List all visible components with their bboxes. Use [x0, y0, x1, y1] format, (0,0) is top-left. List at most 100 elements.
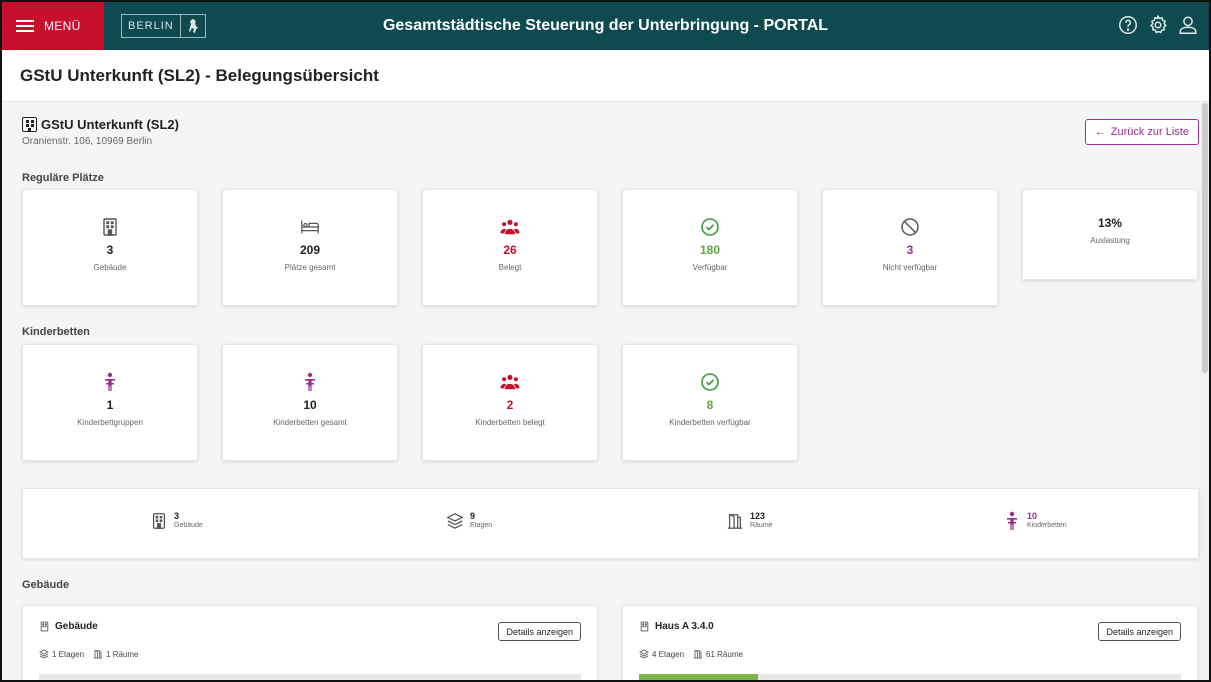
- summary-label: Kinderbetten: [1027, 522, 1067, 529]
- details-button[interactable]: Details anzeigen: [498, 622, 581, 641]
- stat-label: Kinderbetten belegt: [475, 418, 545, 427]
- summary-buildings: 3 Gebäude: [150, 511, 203, 531]
- stat-card-places-total: 209 Plätze gesamt: [222, 189, 398, 306]
- stat-card-child-beds-occupied: 2 Kinderbetten belegt: [422, 344, 598, 461]
- scrollbar[interactable]: [1199, 103, 1209, 680]
- main-content: GStU Unterkunft (SL2) Oranienstr. 106, 1…: [2, 103, 1199, 680]
- berlin-logo[interactable]: BERLIN: [121, 14, 206, 38]
- stat-card-child-beds-total: 10 Kinderbetten gesamt: [222, 344, 398, 461]
- stat-value: 2: [506, 398, 514, 412]
- summary-label: Etagen: [470, 522, 493, 529]
- building-icon: [152, 513, 166, 529]
- stat-card-unavailable: 3 Nicht verfügbar: [822, 189, 998, 306]
- stat-label: Verfügbar: [692, 263, 728, 272]
- building-icon: [22, 117, 37, 132]
- facility-address: Oranienstr. 106, 10969 Berlin: [22, 136, 153, 147]
- layers-icon: [39, 649, 49, 659]
- details-button[interactable]: Details anzeigen: [1098, 622, 1181, 641]
- arrow-left-icon: ←: [1094, 126, 1106, 138]
- building-icon: [103, 218, 117, 236]
- stat-label: Kinderbettgruppen: [77, 418, 143, 427]
- stat-label: Plätze gesamt: [284, 263, 336, 272]
- stat-value: 1: [106, 398, 114, 412]
- building-name: Haus A 3.4.0: [655, 621, 714, 632]
- facility-name: GStU Unterkunft (SL2): [41, 117, 179, 132]
- section-regular-label: Reguläre Plätze: [22, 172, 104, 184]
- occupancy-bar: [39, 674, 581, 680]
- bear-icon: [188, 19, 198, 33]
- building-icon: [640, 621, 649, 632]
- stat-label: Nicht verfügbar: [882, 263, 938, 272]
- back-to-list-button[interactable]: ← Zurück zur Liste: [1084, 119, 1199, 145]
- top-icons: [1117, 14, 1199, 36]
- stat-value: 8: [706, 398, 714, 412]
- menu-button[interactable]: MENÜ: [2, 2, 104, 50]
- summary-value: 9: [470, 511, 476, 521]
- stat-label: Auslastung: [1090, 236, 1130, 245]
- building-floors: 1 Etagen: [52, 649, 85, 659]
- door-icon: [94, 650, 103, 659]
- stat-card-child-groups: 1 Kinderbettgruppen: [22, 344, 198, 461]
- help-icon[interactable]: [1117, 14, 1139, 36]
- top-bar: MENÜ BERLIN Gesamtstädtische Steuerung d…: [2, 2, 1209, 50]
- stat-label: Kinderbetten gesamt: [273, 418, 347, 427]
- people-icon: [500, 374, 520, 390]
- building-rooms: 61 Räume: [706, 649, 743, 659]
- layers-icon: [639, 649, 649, 659]
- stat-value: 180: [699, 243, 721, 257]
- summary-value: 10: [1027, 511, 1038, 521]
- stat-value: 3: [106, 243, 114, 257]
- people-icon: [500, 219, 520, 235]
- child-icon: [305, 372, 315, 391]
- stat-card-occupied: 26 Belegt: [422, 189, 598, 306]
- building-card: Haus A 3.4.0 Details anzeigen 4 Etagen 6…: [622, 605, 1198, 680]
- summary-floors: 9 Etagen: [446, 511, 492, 531]
- summary-value: 123: [750, 511, 766, 521]
- stat-card-buildings: 3 Gebäude: [22, 189, 198, 306]
- check-circle-icon: [701, 373, 719, 391]
- summary-rooms: 123 Räume: [726, 511, 773, 531]
- building-icon: [40, 621, 49, 632]
- summary-label: Räume: [750, 522, 773, 529]
- summary-value: 3: [174, 511, 180, 521]
- stat-value: 209: [299, 243, 321, 257]
- summary-strip: 3 Gebäude 9 Etagen 123 Räume 10 Kinderbetten: [22, 488, 1199, 559]
- page-header: GStU Unterkunft (SL2) - Belegungsübersic…: [2, 50, 1209, 102]
- facility-info: GStU Unterkunft (SL2) Oranienstr. 106, 1…: [22, 117, 179, 147]
- building-floors: 4 Etagen: [652, 649, 685, 659]
- door-icon: [727, 514, 743, 529]
- building-card: Gebäude Details anzeigen 1 Etagen 1 Räum…: [22, 605, 598, 680]
- stat-value: 3: [906, 243, 914, 257]
- user-icon[interactable]: [1177, 14, 1199, 36]
- gear-icon[interactable]: [1147, 14, 1169, 36]
- ban-icon: [901, 218, 919, 236]
- building-name: Gebäude: [55, 621, 98, 632]
- stat-card-utilization: 13% Auslastung: [1022, 189, 1198, 280]
- stat-label: Gebäude: [93, 263, 127, 272]
- stat-value: 26: [503, 243, 517, 257]
- stat-card-child-beds-available: 8 Kinderbetten verfügbar: [622, 344, 798, 461]
- occupancy-bar: [639, 674, 1181, 680]
- hamburger-icon: [16, 20, 34, 32]
- section-children-label: Kinderbetten: [22, 326, 90, 338]
- child-icon: [1007, 511, 1017, 530]
- stat-card-available: 180 Verfügbar: [622, 189, 798, 306]
- stat-label: Belegt: [498, 263, 522, 272]
- occupancy-bar-fill: [639, 674, 759, 680]
- check-circle-icon: [701, 218, 719, 236]
- stat-value: 13%: [1097, 216, 1123, 230]
- menu-label: MENÜ: [44, 19, 81, 33]
- bed-icon: [301, 220, 319, 234]
- door-icon: [694, 650, 703, 659]
- page-title: GStU Unterkunft (SL2) - Belegungsübersic…: [20, 65, 379, 85]
- back-to-list-label: Zurück zur Liste: [1110, 126, 1189, 138]
- summary-child-beds: 10 Kinderbetten: [1003, 511, 1067, 531]
- berlin-logo-text: BERLIN: [128, 20, 174, 32]
- stat-value: 10: [303, 398, 317, 412]
- stat-label: Kinderbetten verfügbar: [669, 418, 751, 427]
- app-frame: MENÜ BERLIN Gesamtstädtische Steuerung d…: [0, 0, 1211, 682]
- scrollbar-thumb[interactable]: [1202, 103, 1208, 373]
- building-rooms: 1 Räume: [106, 649, 139, 659]
- layers-icon: [446, 513, 464, 529]
- summary-label: Gebäude: [174, 522, 203, 529]
